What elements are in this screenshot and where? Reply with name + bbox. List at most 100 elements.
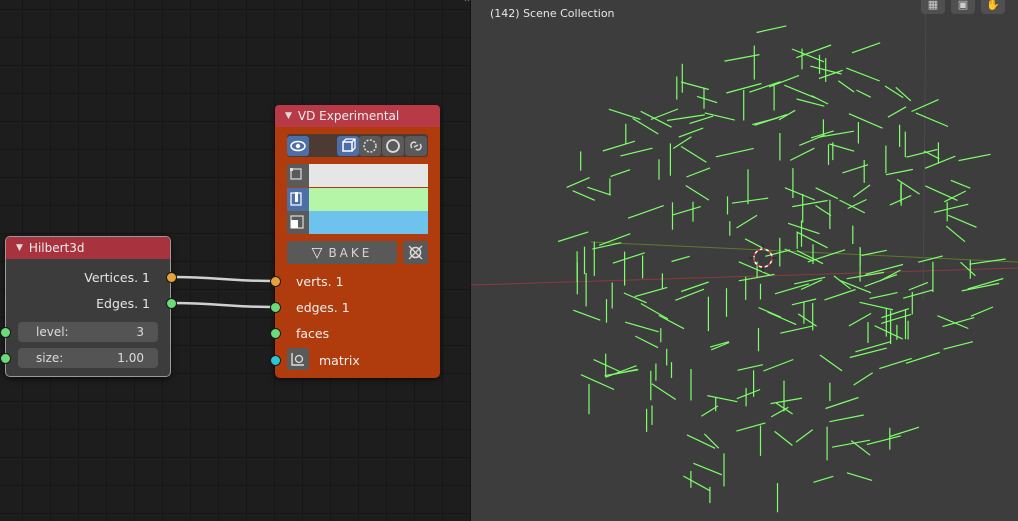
edge-segment <box>865 263 904 275</box>
edge-segment <box>634 335 659 349</box>
edge-segment <box>632 117 659 135</box>
edge-segment <box>837 80 855 93</box>
verts-input-socket[interactable] <box>270 276 281 287</box>
bake-triangle-icon: ▽ <box>311 244 323 261</box>
edge-segment <box>678 127 704 138</box>
hilbert3d-node[interactable]: ▼ Hilbert3d Vertices. 1 Edges. 1 level: … <box>0 236 177 377</box>
link-edges-edges <box>170 301 276 309</box>
scene-geometry <box>471 0 1018 513</box>
edge-segment <box>592 242 622 250</box>
edge-segment <box>634 286 668 298</box>
level-input-socket[interactable] <box>0 327 11 338</box>
input-verts-label: verts. 1 <box>296 274 344 289</box>
circle-outline-icon[interactable] <box>359 136 381 156</box>
edge-segment <box>846 67 880 82</box>
edge-segment <box>736 388 761 400</box>
size-input-socket[interactable] <box>0 353 11 364</box>
edge-segment <box>680 81 709 91</box>
edge-segment <box>693 462 723 476</box>
grid-icon[interactable]: ▦ <box>921 0 945 14</box>
matrix-input-socket[interactable] <box>270 355 281 366</box>
edge-segment <box>918 255 943 263</box>
hilbert3d-node-title: Hilbert3d <box>28 241 85 255</box>
edge-segment <box>915 112 949 128</box>
edge-segment <box>557 231 589 243</box>
edge-segment <box>672 206 701 216</box>
edge-display-icon[interactable] <box>287 188 309 211</box>
edge-segment <box>908 281 929 291</box>
edge-segment <box>784 187 816 201</box>
collapse-triangle-icon[interactable]: ▼ <box>16 243 23 253</box>
edge-segment <box>754 113 788 126</box>
edge-segment <box>651 383 677 401</box>
vd-node-header[interactable]: ▼ VD Experimental <box>275 105 440 127</box>
edge-segment <box>763 358 794 372</box>
edge-segment <box>855 341 891 353</box>
size-field-value: 1.00 <box>117 351 144 365</box>
faces-input-socket[interactable] <box>270 328 281 339</box>
edge-segment <box>885 168 914 176</box>
link-vertices-verts <box>170 275 276 283</box>
edge-segment <box>736 214 758 229</box>
edge-segment <box>847 198 867 210</box>
edge-segment <box>593 359 620 373</box>
edge-segment <box>731 197 769 204</box>
edge-segment <box>925 185 958 201</box>
edge-segment <box>799 134 825 146</box>
edge-segment <box>580 374 615 391</box>
edge-segment <box>833 275 851 290</box>
circle-icon[interactable] <box>382 136 404 156</box>
edge-segment <box>650 108 679 121</box>
axis-z-line <box>922 0 927 301</box>
eye-icon[interactable] <box>287 136 309 156</box>
hilbert3d-node-header[interactable]: ▼ Hilbert3d <box>6 237 170 259</box>
edge-segment <box>792 199 828 208</box>
3d-viewport[interactable]: (142) Scene Collection ▦ ▣ ✋ <box>471 0 1018 521</box>
vertex-display-icon[interactable] <box>287 164 309 187</box>
edge-segment <box>704 112 735 121</box>
edge-segment <box>811 95 829 105</box>
edge-segment <box>887 106 907 118</box>
vd-experimental-node[interactable]: ▼ VD Experimental ▽ BAKE verts. 1 edges.… <box>270 105 440 378</box>
vd-node-title: VD Experimental <box>297 109 400 123</box>
link-icon[interactable] <box>405 136 427 156</box>
edge-segment <box>640 302 669 320</box>
edge-segment <box>943 341 974 350</box>
edge-segment <box>749 81 781 93</box>
collapse-triangle-icon[interactable]: ▼ <box>285 111 292 121</box>
vd-toolbar <box>287 134 428 157</box>
edge-segment <box>859 301 894 311</box>
matrix-icon[interactable] <box>287 348 309 370</box>
edge-segment <box>861 249 887 257</box>
node-editor[interactable]: ▼ Hilbert3d Vertices. 1 Edges. 1 level: … <box>0 0 470 521</box>
hand-icon[interactable]: ✋ <box>981 0 1005 14</box>
camera-icon[interactable]: ▣ <box>951 0 975 14</box>
edge-segment <box>815 187 839 200</box>
edge-segment <box>612 252 645 264</box>
edge-segment <box>869 292 898 300</box>
vertex-color-swatch[interactable] <box>309 164 428 187</box>
area-join-arrows-icon[interactable]: ‹› <box>463 0 471 5</box>
level-field[interactable]: level: 3 <box>18 322 158 342</box>
edge-segment <box>903 289 933 299</box>
edge-segment <box>608 108 641 120</box>
face-display-icon[interactable] <box>287 211 309 234</box>
bake-button[interactable]: ▽ BAKE <box>287 241 397 264</box>
edges-input-socket[interactable] <box>270 302 281 313</box>
face-color-swatch[interactable] <box>309 211 428 234</box>
edge-segment <box>839 280 872 294</box>
edge-segment <box>625 321 659 333</box>
bake-settings-icon[interactable] <box>403 241 428 264</box>
size-field[interactable]: size: 1.00 <box>18 348 158 368</box>
edge-segment <box>686 434 716 449</box>
edge-segment <box>795 429 814 443</box>
edge-segment <box>829 414 864 423</box>
cube-icon[interactable] <box>337 136 359 156</box>
vertices-output-socket[interactable] <box>166 272 177 283</box>
edge-segment <box>770 397 803 405</box>
edge-segment <box>813 475 834 483</box>
edge-color-swatch[interactable] <box>309 188 428 211</box>
edge-segment <box>906 148 938 158</box>
edge-segment <box>851 42 881 54</box>
edges-output-socket[interactable] <box>166 298 177 309</box>
